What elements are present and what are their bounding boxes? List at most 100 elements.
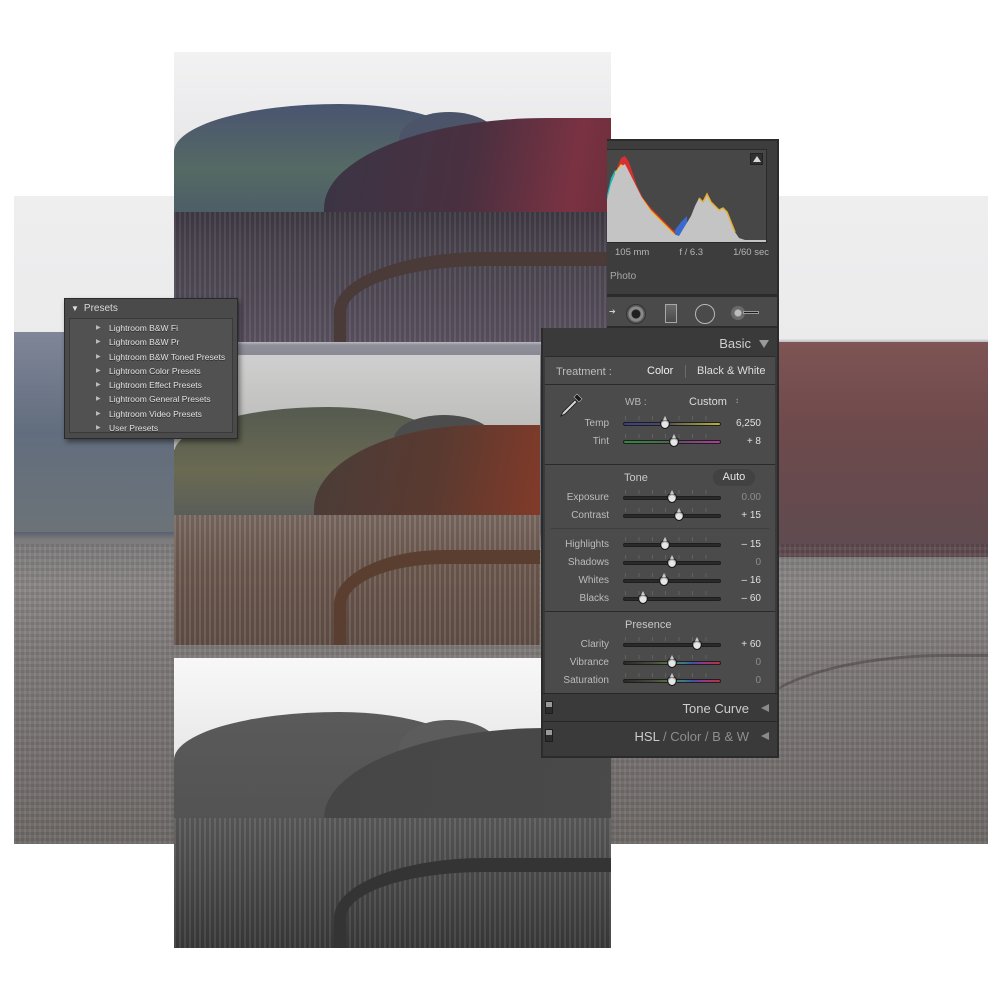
vibrance-value[interactable]: 0 [755, 657, 761, 668]
triangle-right-icon: ▶ [96, 367, 101, 374]
treatment-bw-option[interactable]: Black & White [697, 365, 765, 377]
clarity-value[interactable]: + 60 [741, 639, 761, 650]
whites-slider-thumb[interactable] [659, 573, 670, 586]
hsl-color-bw-tabs: HSL / Color / B & W [635, 729, 749, 744]
histogram [607, 149, 767, 243]
expand-triangle-icon[interactable] [761, 732, 769, 740]
histogram-panel: 105 mm f / 6.3 1/60 sec Photo [607, 139, 779, 296]
shadows-value[interactable]: 0 [755, 557, 761, 568]
preset-folder-label: Lightroom B&W Toned Presets [109, 351, 226, 362]
preset-folder-effect[interactable]: ▶ Lightroom Effect Presets [70, 378, 232, 392]
presets-header[interactable]: ▼ Presets [65, 299, 237, 318]
tone-section: Tone Auto Exposure 0.00 Contrast + 15 Highli… [545, 464, 775, 611]
blacks-slider-row: Blacks – 60 [545, 591, 775, 607]
exposure-value[interactable]: 0.00 [742, 492, 761, 503]
temp-label: Temp [584, 418, 609, 429]
preset-folder-video[interactable]: ▶ Lightroom Video Presets [70, 407, 232, 421]
clarity-label: Clarity [580, 639, 609, 650]
contrast-label: Contrast [571, 510, 609, 521]
shadows-slider-thumb[interactable] [667, 555, 677, 568]
tab-separator: / [662, 729, 667, 744]
contrast-value[interactable]: + 15 [741, 510, 761, 521]
temp-slider[interactable] [623, 422, 721, 426]
tone-curve-title[interactable]: Tone Curve [683, 701, 749, 716]
blacks-value[interactable]: – 60 [742, 593, 761, 604]
background-red-hill [768, 342, 988, 557]
tab-bw[interactable]: B & W [712, 729, 749, 744]
tab-hsl[interactable]: HSL [635, 729, 660, 744]
saturation-value[interactable]: 0 [755, 675, 761, 686]
whites-value[interactable]: – 16 [742, 575, 761, 586]
whites-slider[interactable] [623, 579, 721, 583]
clarity-slider-thumb[interactable] [692, 637, 703, 650]
collapse-triangle-icon[interactable] [759, 340, 769, 348]
hsl-panel-header[interactable]: HSL / Color / B & W [543, 721, 777, 749]
adjustment-brush-tool-icon[interactable] [731, 306, 761, 321]
panel-enable-switch[interactable] [545, 729, 553, 742]
updown-caret-icon: ↕ [735, 396, 739, 405]
preset-folder-label: Lightroom Color Presets [109, 365, 201, 376]
preset-folder-bw-presets[interactable]: ▶ Lightroom B&W Pr [70, 335, 232, 349]
red-eye-tool-icon[interactable] [626, 304, 646, 324]
whites-slider-row: Whites – 16 [545, 573, 775, 589]
tone-divider [551, 528, 769, 529]
clarity-slider[interactable] [623, 643, 721, 647]
tool-strip: ➔ [607, 296, 779, 328]
shadows-label: Shadows [567, 557, 609, 568]
preset-folder-bw-toned[interactable]: ▶ Lightroom B&W Toned Presets [70, 350, 232, 364]
slider-ticks [625, 537, 719, 541]
temp-slider-row: Temp 6,250 [545, 416, 775, 432]
original-photo-label: Photo [610, 271, 637, 282]
exposure-slider-thumb[interactable] [667, 490, 677, 503]
expand-triangle-icon[interactable] [761, 704, 769, 712]
temp-slider-thumb[interactable] [660, 416, 671, 429]
blacks-slider-thumb[interactable] [637, 591, 648, 604]
treatment-row: Treatment : Color Black & White [545, 356, 775, 384]
preset-folder-user[interactable]: ▶ User Presets [70, 421, 232, 435]
preset-folder-label: Lightroom Video Presets [109, 408, 202, 419]
basic-panel-title: Basic [719, 336, 751, 351]
highlights-slider[interactable] [623, 543, 721, 547]
tab-color[interactable]: Color [670, 729, 701, 744]
temp-value[interactable]: 6,250 [736, 418, 761, 429]
presets-title: Presets [83, 303, 118, 314]
treatment-divider [685, 365, 686, 378]
slider-ticks [625, 416, 719, 420]
saturation-label: Saturation [563, 675, 609, 686]
contrast-slider[interactable] [623, 514, 721, 518]
triangle-right-icon: ▶ [96, 382, 101, 389]
highlights-value[interactable]: – 15 [742, 539, 761, 550]
presence-header: Presence [625, 619, 672, 631]
wb-label: WB : [625, 397, 647, 408]
tab-separator: / [704, 729, 709, 744]
radial-filter-tool-icon[interactable] [695, 304, 715, 324]
treatment-color-option[interactable]: Color [647, 365, 673, 377]
highlight-clipping-toggle[interactable] [750, 153, 763, 165]
exif-info: 105 mm f / 6.3 1/60 sec [615, 247, 769, 258]
auto-tone-button[interactable]: Auto [713, 469, 755, 486]
preset-folder-color[interactable]: ▶ Lightroom Color Presets [70, 364, 232, 378]
basic-panel-header[interactable]: Basic [543, 328, 777, 356]
tint-value[interactable]: + 8 [747, 436, 761, 447]
tone-curve-panel-header[interactable]: Tone Curve [543, 693, 777, 721]
saturation-slider-thumb[interactable] [667, 673, 677, 686]
preset-folder-general[interactable]: ▶ Lightroom General Presets [70, 392, 232, 406]
highlights-slider-thumb[interactable] [659, 537, 670, 550]
tint-label: Tint [592, 436, 609, 447]
preset-folder-label: User Presets [109, 423, 159, 434]
wb-preset-dropdown[interactable]: Custom [689, 396, 727, 408]
vibrance-slider-thumb[interactable] [667, 655, 677, 668]
tint-slider-thumb[interactable] [668, 434, 679, 447]
panel-enable-switch[interactable] [545, 701, 553, 714]
eyedropper-icon[interactable] [557, 391, 585, 419]
triangle-right-icon: ▶ [96, 425, 101, 432]
tint-slider-row: Tint + 8 [545, 434, 775, 450]
develop-panel: Basic Treatment : Color Black & White WB… [541, 328, 779, 758]
graduated-filter-tool-icon[interactable] [665, 304, 677, 323]
preset-folder-label: Lightroom B&W Fi [109, 323, 178, 333]
contrast-slider-thumb[interactable] [674, 508, 685, 521]
preset-folder-bw-filter[interactable]: ▶ Lightroom B&W Fi [70, 321, 232, 335]
whites-label: Whites [578, 575, 609, 586]
triangle-right-icon: ▶ [96, 410, 101, 417]
preset-folder-label: Lightroom General Presets [109, 394, 211, 405]
